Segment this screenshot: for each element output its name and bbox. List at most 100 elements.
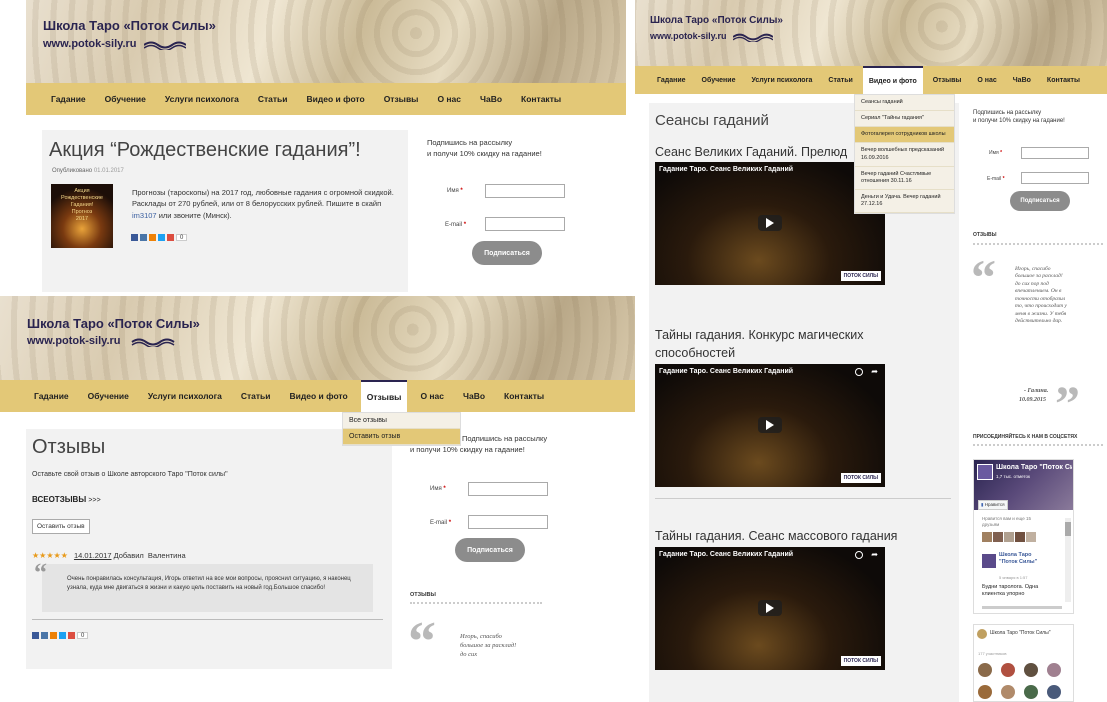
video-title[interactable]: Гадание Таро. Сеанс Великих Гаданий bbox=[659, 368, 793, 375]
site-title[interactable]: Школа Таро «Поток Силы» bbox=[43, 18, 216, 33]
post-title[interactable]: Акция “Рождественские гадания”! bbox=[49, 139, 361, 162]
dropdown-item-all-reviews[interactable]: Все отзывы bbox=[343, 413, 460, 429]
nav-item-video[interactable]: Видео и фото bbox=[307, 94, 365, 104]
site-title[interactable]: Школа Таро «Поток Силы» bbox=[650, 15, 783, 26]
review-date[interactable]: 14.01.2017 bbox=[74, 551, 112, 560]
nav-item-chavo[interactable]: ЧаВо bbox=[480, 94, 502, 104]
share-icon[interactable]: ➦ bbox=[871, 367, 878, 376]
nav-item-otzyvy[interactable]: Отзывы bbox=[933, 77, 962, 84]
twitter-icon[interactable] bbox=[59, 632, 66, 639]
skype-link[interactable]: im3107 bbox=[132, 211, 157, 220]
friend-avatar[interactable] bbox=[1015, 532, 1025, 542]
member-avatar[interactable] bbox=[1001, 685, 1015, 699]
nav-item-otzyvy[interactable]: Отзывы bbox=[384, 94, 419, 104]
fb-post-title[interactable]: Школа Таро "Поток Силы" bbox=[999, 552, 1051, 566]
member-avatar[interactable] bbox=[1001, 663, 1015, 677]
play-icon[interactable] bbox=[758, 417, 782, 433]
dropdown-item[interactable]: Фотогалерея сотрудников школы bbox=[855, 127, 954, 144]
gplus-icon[interactable] bbox=[68, 632, 75, 639]
member-avatar[interactable] bbox=[1047, 685, 1061, 699]
site-url[interactable]: www.potok-sily.ru bbox=[27, 335, 121, 347]
email-input[interactable] bbox=[1021, 172, 1089, 184]
dropdown-item[interactable]: Деньги и Удача. Вечер гаданий 27.12.16 bbox=[855, 190, 954, 214]
nav-item-o-nas[interactable]: О нас bbox=[437, 94, 461, 104]
name-input[interactable] bbox=[485, 184, 565, 198]
dropdown-item[interactable]: Вечер волшебных предсказаний 16.09.2016 bbox=[855, 143, 954, 167]
member-avatar[interactable] bbox=[978, 663, 992, 677]
dropdown-item[interactable]: Сериал "Тайны гадания" bbox=[855, 111, 954, 128]
subscribe-button[interactable]: Подписаться bbox=[455, 538, 525, 562]
video-player[interactable]: Гадание Таро. Сеанс Великих Гаданий ➦ ПО… bbox=[655, 364, 885, 487]
video-title[interactable]: Гадание Таро. Сеанс Великих Гаданий bbox=[659, 551, 793, 558]
twitter-icon[interactable] bbox=[158, 234, 165, 241]
video-player[interactable]: Гадание Таро. Сеанс Великих Гаданий ПОТО… bbox=[655, 162, 885, 285]
fb-scroll-thumb[interactable] bbox=[1065, 522, 1071, 536]
vk-title[interactable]: Школа Таро "Поток Силы" bbox=[990, 630, 1050, 636]
email-input[interactable] bbox=[468, 515, 548, 529]
fb-avatar[interactable] bbox=[977, 464, 993, 480]
dropdown-item[interactable]: Вечер гаданий Счастливые отношения 30.11… bbox=[855, 167, 954, 190]
nav-item-uslugi[interactable]: Услуги психолога bbox=[751, 77, 812, 84]
facebook-icon[interactable] bbox=[131, 234, 138, 241]
nav-item-kontakty[interactable]: Контакты bbox=[1047, 77, 1080, 84]
vk-widget[interactable]: Школа Таро "Поток Силы" 177 участников bbox=[973, 624, 1074, 702]
nav-item-stati[interactable]: Статьи bbox=[258, 94, 288, 104]
email-input[interactable] bbox=[485, 217, 565, 231]
nav-item-uslugi[interactable]: Услуги психолога bbox=[148, 391, 222, 401]
nav-item-obuchenie[interactable]: Обучение bbox=[105, 94, 146, 104]
vk-avatar[interactable] bbox=[977, 629, 987, 639]
play-icon[interactable] bbox=[758, 600, 782, 616]
vk-icon[interactable] bbox=[41, 632, 48, 639]
subscribe-button[interactable]: Подписаться bbox=[472, 241, 542, 265]
share-icon[interactable]: ➦ bbox=[871, 550, 878, 559]
name-input[interactable] bbox=[468, 482, 548, 496]
nav-item-chavo[interactable]: ЧаВо bbox=[463, 391, 485, 401]
section-heading[interactable]: Тайны гадания. Сеанс массового гадания bbox=[655, 529, 897, 543]
fb-page-title[interactable]: Школа Таро "Поток Силы" bbox=[996, 464, 1072, 471]
nav-item-o-nas[interactable]: О нас bbox=[420, 391, 444, 401]
friend-avatar[interactable] bbox=[1004, 532, 1014, 542]
clock-icon[interactable] bbox=[855, 368, 863, 376]
nav-item-obuchenie[interactable]: Обучение bbox=[88, 391, 129, 401]
friend-avatar[interactable] bbox=[982, 532, 992, 542]
nav-item-stati[interactable]: Статьи bbox=[241, 391, 271, 401]
facebook-icon[interactable] bbox=[32, 632, 39, 639]
ok-icon[interactable] bbox=[149, 234, 156, 241]
nav-item-otzyvy[interactable]: Отзывы bbox=[360, 380, 408, 412]
subscribe-button[interactable]: Подписаться bbox=[1010, 191, 1070, 211]
nav-item-gadanie[interactable]: Гадание bbox=[34, 391, 69, 401]
nav-item-gadanie[interactable]: Гадание bbox=[657, 77, 686, 84]
nav-item-kontakty[interactable]: Контакты bbox=[504, 391, 544, 401]
video-player[interactable]: Гадание Таро. Сеанс Великих Гаданий ➦ ПО… bbox=[655, 547, 885, 670]
friend-avatar[interactable] bbox=[993, 532, 1003, 542]
all-reviews-link[interactable]: ВСЕОТЗЫВЫ >>> bbox=[32, 495, 101, 504]
member-avatar[interactable] bbox=[1047, 663, 1061, 677]
nav-item-o-nas[interactable]: О нас bbox=[977, 77, 996, 84]
section-heading[interactable]: Сеанс Великих Гаданий. Прелюд bbox=[655, 145, 847, 159]
site-title[interactable]: Школа Таро «Поток Силы» bbox=[27, 316, 200, 331]
site-url[interactable]: www.potok-sily.ru bbox=[43, 38, 137, 50]
facebook-widget[interactable]: Школа Таро "Поток Силы" 1,7 тыс. отметок… bbox=[973, 459, 1074, 614]
fb-scrollbar[interactable] bbox=[1065, 518, 1071, 602]
fb-like-button[interactable]: ▮ Нравится bbox=[978, 500, 1008, 510]
member-avatar[interactable] bbox=[1024, 663, 1038, 677]
site-url[interactable]: www.potok-sily.ru bbox=[650, 31, 727, 41]
nav-item-video[interactable]: Видео и фото bbox=[290, 391, 348, 401]
nav-item-uslugi[interactable]: Услуги психолога bbox=[165, 94, 239, 104]
member-avatar[interactable] bbox=[1024, 685, 1038, 699]
section-heading[interactable]: Тайны гадания. Конкурс магических способ… bbox=[655, 326, 895, 362]
nav-item-gadanie[interactable]: Гадание bbox=[51, 94, 86, 104]
name-input[interactable] bbox=[1021, 147, 1089, 159]
nav-item-kontakty[interactable]: Контакты bbox=[521, 94, 561, 104]
friend-avatar[interactable] bbox=[1026, 532, 1036, 542]
post-thumbnail[interactable]: Акция Рождественские Гадания! Прогноз 20… bbox=[51, 184, 113, 248]
leave-review-button[interactable]: Оставить отзыв bbox=[32, 519, 90, 534]
ok-icon[interactable] bbox=[50, 632, 57, 639]
nav-item-stati[interactable]: Статьи bbox=[828, 77, 852, 84]
fb-post-avatar[interactable] bbox=[982, 554, 996, 568]
nav-item-chavo[interactable]: ЧаВо bbox=[1013, 77, 1031, 84]
gplus-icon[interactable] bbox=[167, 234, 174, 241]
clock-icon[interactable] bbox=[855, 551, 863, 559]
nav-item-obuchenie[interactable]: Обучение bbox=[702, 77, 736, 84]
play-icon[interactable] bbox=[758, 215, 782, 231]
